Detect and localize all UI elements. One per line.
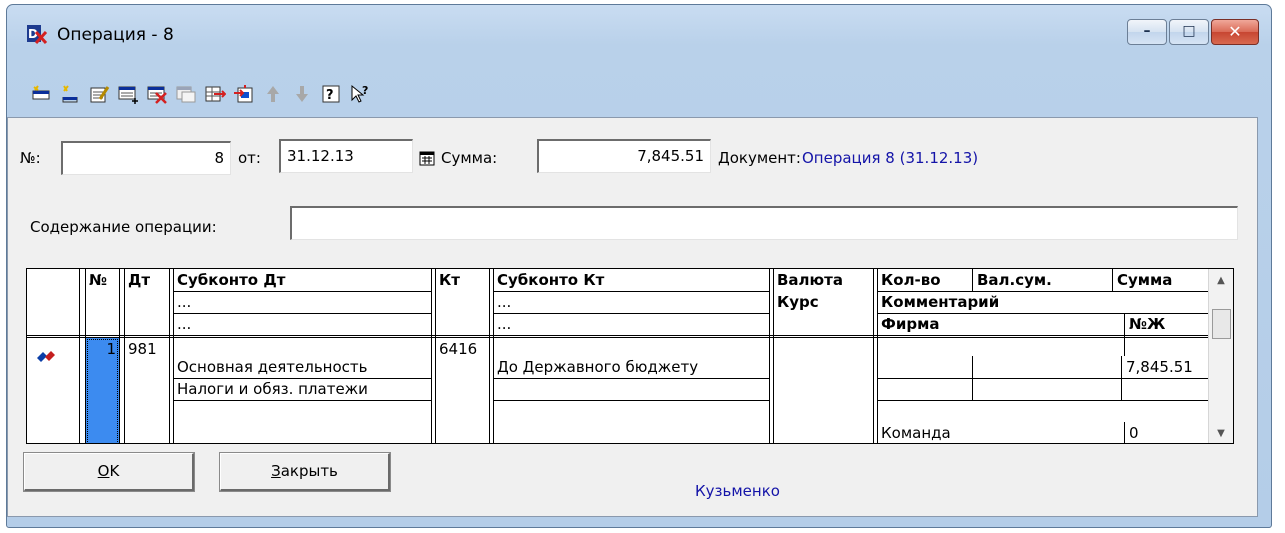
col-header-number[interactable]: № [85,269,119,291]
maximize-icon: □ [1182,23,1196,39]
scroll-down-icon[interactable]: ▼ [1209,428,1233,439]
insert-row-button[interactable] [115,81,141,107]
new-group-icon [62,85,78,103]
ok-mnemonic: O [97,462,110,480]
new-row-button[interactable] [28,81,54,107]
minimize-icon: – [1143,23,1151,39]
app-icon: D [27,25,47,44]
title-bar[interactable]: D Операция - 8 – □ ✕ [7,5,1271,53]
content-field[interactable] [290,206,1238,240]
edit-icon [90,86,110,103]
ok-button[interactable]: OK [23,452,195,492]
row-journal-cell[interactable]: 0 [1125,422,1210,443]
col-header-comment[interactable]: Комментарий [877,291,1210,313]
content-label: Содержание операции: [30,218,217,236]
col-header-kt[interactable]: Кт [435,269,489,291]
move-up-icon [267,86,279,102]
entry-icon [37,351,55,362]
col-header-dt[interactable]: Дт [124,269,169,291]
col-header-subconto-kt[interactable]: Субконто Кт [493,269,769,291]
col-header-sum[interactable]: Сумма [1113,269,1210,291]
svg-text:?: ? [326,88,334,103]
row-subconto-kt-1[interactable]: До Державного бюджету [493,356,769,378]
close-button[interactable]: Закрыть [219,452,391,492]
col-header-subconto-kt-3: ... [497,315,512,333]
close-window-button[interactable]: ✕ [1211,19,1259,45]
copy-row-button[interactable] [173,81,199,107]
move-to-row-button[interactable] [202,81,228,107]
grid-scrollbar[interactable]: ▲ ▼ [1208,269,1233,443]
delete-row-icon [147,86,167,104]
entries-grid[interactable]: № Дт Субконто Дт Кт Субконто Кт Валюта К… [26,268,1234,444]
number-field[interactable]: 8 [61,141,231,175]
move-row-icon [205,86,226,102]
row-kt-cell[interactable]: 6416 [435,338,489,360]
scroll-up-icon[interactable]: ▲ [1209,275,1233,286]
close-mnemonic: З [271,462,281,480]
move-up-button[interactable] [260,81,286,107]
window-title: Операция - 8 [57,25,174,45]
col-header-subconto-dt-3: ... [177,315,192,333]
table-icon [234,85,253,103]
col-header-rate[interactable]: Курс [773,291,873,313]
document-link[interactable]: Операция 8 (31.12.13) [802,149,978,167]
form-area: №: 8 от: 31.12.13 Сумма: 7,845.51 Докуме… [7,117,1258,517]
user-name: Кузьменко [695,482,780,500]
close-icon: ✕ [1228,22,1242,41]
maximize-button[interactable]: □ [1169,19,1209,45]
row-dt-cell[interactable]: 981 [124,338,169,360]
insert-row-icon [118,86,138,104]
col-header-subconto-dt[interactable]: Субконто Дт [173,269,431,291]
close-label-rest: акрыть [280,462,338,480]
date-field[interactable]: 31.12.13 [279,139,413,173]
scroll-thumb[interactable] [1212,309,1231,339]
new-row-icon [32,85,50,100]
move-down-button[interactable] [289,81,315,107]
delete-row-button[interactable] [144,81,170,107]
col-header-journal[interactable]: №Ж [1125,313,1210,335]
col-header-subconto-dt-2: ... [177,293,192,311]
date-label: от: [238,149,261,167]
row-subconto-dt-2[interactable]: Налоги и обяз. платежи [173,378,431,400]
svg-text:?: ? [362,84,368,97]
sum-label: Сумма: [441,149,498,167]
row-number-cell[interactable]: 1 [86,338,119,443]
edit-row-button[interactable] [86,81,112,107]
ok-label-rest: K [109,462,120,480]
move-down-icon [296,86,308,102]
toolbar: ? ? [28,78,376,110]
calendar-button[interactable] [416,145,438,171]
context-help-button[interactable]: ? [347,81,373,107]
row-sum-cell[interactable]: 7,845.51 [1122,356,1210,378]
help-button[interactable]: ? [318,81,344,107]
number-label: №: [20,149,41,167]
new-group-button[interactable] [57,81,83,107]
row-firm-cell[interactable]: Команда [877,422,1124,443]
table-button[interactable] [231,81,257,107]
row-subconto-dt-1[interactable]: Основная деятельность [173,356,431,378]
calendar-icon [419,151,435,166]
minimize-button[interactable]: – [1127,19,1167,45]
context-help-icon: ? [351,84,368,103]
copy-row-icon [176,86,196,103]
col-header-firm[interactable]: Фирма [877,313,1124,335]
col-header-qty[interactable]: Кол-во [877,269,972,291]
help-icon: ? [322,85,340,103]
col-header-currency-sum[interactable]: Вал.сум. [973,269,1112,291]
sum-field[interactable]: 7,845.51 [537,139,711,173]
row-marker [35,347,75,369]
col-header-subconto-kt-2: ... [497,293,512,311]
col-header-currency[interactable]: Валюта [773,269,873,291]
document-label: Документ: [718,149,801,167]
